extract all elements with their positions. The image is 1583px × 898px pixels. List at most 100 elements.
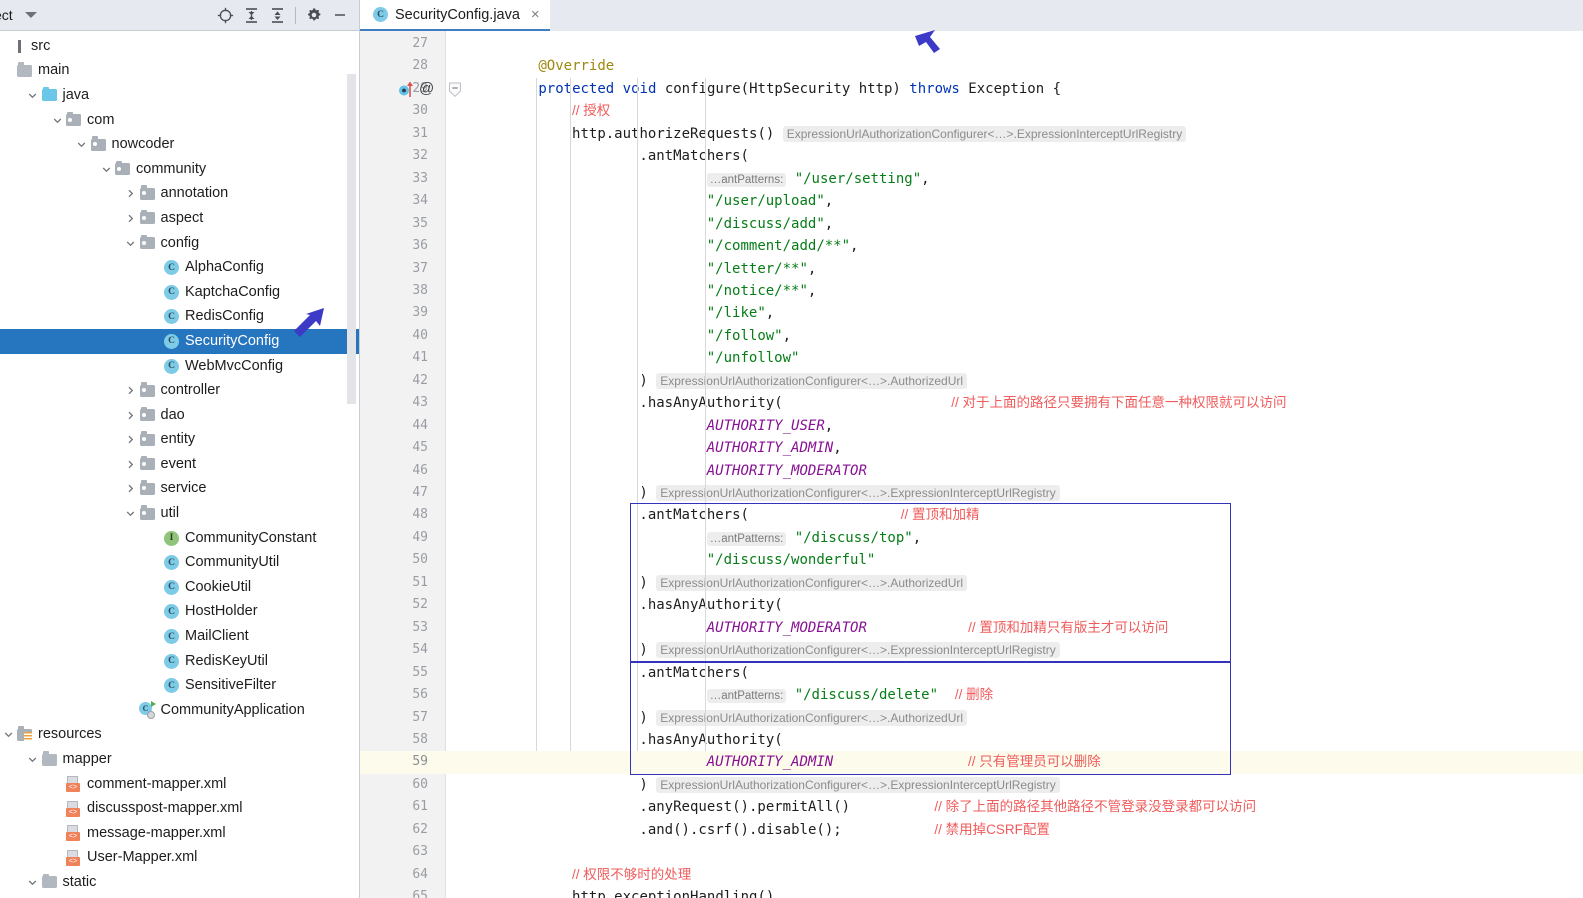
code-line[interactable]: 42) ExpressionUrlAuthorizationConfigurer… (360, 370, 1583, 392)
code-line-content: …antPatterns: "/user/setting", (706, 168, 1583, 191)
tree-node-main[interactable]: main (0, 59, 359, 84)
code-line[interactable]: 62 .and().csrf().disable(); // 禁用掉CSRF配置 (360, 819, 1583, 841)
tree-node-resources[interactable]: resources (0, 723, 359, 748)
tree-node-entity[interactable]: entity (0, 428, 359, 453)
tree-node-communityapplication[interactable]: C CommunityApplication (0, 698, 359, 723)
chevron-down-icon[interactable] (25, 754, 41, 765)
code-line[interactable]: 40 "/follow", (360, 325, 1583, 347)
code-line[interactable]: 47) ExpressionUrlAuthorizationConfigurer… (360, 482, 1583, 504)
code-line[interactable]: 35 "/discuss/add", (360, 213, 1583, 235)
tree-node-communityutil[interactable]: C CommunityUtil (0, 550, 359, 575)
chevron-down-icon[interactable] (25, 877, 41, 888)
code-line[interactable]: 65 http.exceptionHandling() (360, 886, 1583, 898)
tree-node-annotation[interactable]: annotation (0, 182, 359, 207)
code-line[interactable]: 61 .anyRequest().permitAll() // 除了上面的路径其他… (360, 796, 1583, 818)
code-line[interactable]: 30 // 授权 (360, 100, 1583, 122)
code-line[interactable]: 38 "/notice/**", (360, 280, 1583, 302)
chevron-down-icon[interactable] (123, 238, 139, 249)
tree-node-aspect[interactable]: aspect (0, 206, 359, 231)
expand-all-icon[interactable] (238, 2, 264, 28)
chevron-down-icon[interactable] (0, 729, 16, 740)
chevron-down-icon[interactable] (123, 508, 139, 519)
tree-node-mailclient[interactable]: C MailClient (0, 624, 359, 649)
code-line[interactable]: 32 .antMatchers( (360, 145, 1583, 167)
gear-icon[interactable] (301, 2, 327, 28)
chevron-down-icon[interactable] (98, 164, 114, 175)
tree-node-hostholder[interactable]: C HostHolder (0, 600, 359, 625)
tree-node-util[interactable]: util (0, 501, 359, 526)
code-fold-marker[interactable] (448, 82, 462, 98)
scrollbar-thumb[interactable] (347, 74, 356, 404)
chevron-right-icon[interactable] (123, 385, 139, 396)
editor-tab-securityconfig[interactable]: C SecurityConfig.java × (360, 0, 550, 31)
code-line[interactable]: 45 AUTHORITY_ADMIN, (360, 437, 1583, 459)
project-tree[interactable]: src main java com nowcoder community annotatio… (0, 31, 359, 898)
tree-node-comment-mapper-xml[interactable]: <> comment-mapper.xml (0, 772, 359, 797)
code-line[interactable]: 43 .hasAnyAuthority( // 对于上面的路径只要拥有下面任意一种… (360, 392, 1583, 414)
code-line[interactable]: 37 "/letter/**", (360, 258, 1583, 280)
source-root-folder-icon (41, 86, 58, 104)
chevron-right-icon[interactable] (123, 459, 139, 470)
code-line[interactable]: 29 protected void configure(HttpSecurity … (360, 78, 1583, 100)
tree-node-cookieutil[interactable]: C CookieUtil (0, 575, 359, 600)
code-line[interactable]: 27 (360, 33, 1583, 55)
tree-node-alphaconfig[interactable]: C AlphaConfig (0, 255, 359, 280)
code-line[interactable]: 39 "/like", (360, 302, 1583, 324)
tree-node-event[interactable]: event (0, 452, 359, 477)
chevron-down-icon[interactable] (24, 12, 37, 18)
tree-node-user-mapper-xml[interactable]: <> User-Mapper.xml (0, 846, 359, 871)
code-line[interactable]: 36 "/comment/add/**", (360, 235, 1583, 257)
tree-node-config[interactable]: config (0, 231, 359, 256)
code-comment: // 禁用掉CSRF配置 (934, 821, 1050, 837)
tree-node-securityconfig[interactable]: C SecurityConfig (0, 329, 359, 354)
code-line[interactable]: 41 "/unfollow" (360, 347, 1583, 369)
code-editor[interactable]: 27 28 @Override 29 protected void configure(… (360, 31, 1583, 898)
chevron-right-icon[interactable] (123, 483, 139, 494)
code-line[interactable]: 28 @Override (360, 55, 1583, 77)
tree-node-kaptchaconfig[interactable]: C KaptchaConfig (0, 280, 359, 305)
tree-node-communityconstant[interactable]: I CommunityConstant (0, 526, 359, 551)
chevron-down-icon[interactable] (74, 139, 90, 150)
tree-node-sensitivefilter[interactable]: C SensitiveFilter (0, 673, 359, 698)
code-line[interactable]: 63 (360, 841, 1583, 863)
chevron-right-icon[interactable] (123, 410, 139, 421)
chevron-right-icon[interactable] (123, 213, 139, 224)
inlay-type-hint: ExpressionUrlAuthorizationConfigurer<…>.… (656, 776, 1060, 793)
tree-node-service[interactable]: service (0, 477, 359, 502)
tree-node-label: nowcoder (111, 136, 175, 153)
tree-node-static[interactable]: static (0, 870, 359, 895)
chevron-down-icon[interactable] (49, 115, 65, 126)
code-line[interactable]: 31 http.authorizeRequests() ExpressionUrl… (360, 123, 1583, 145)
tree-node-mapper[interactable]: mapper (0, 747, 359, 772)
tree-node-controller[interactable]: controller (0, 378, 359, 403)
minimize-icon[interactable] (327, 2, 353, 28)
collapse-all-icon[interactable] (264, 2, 290, 28)
code-line[interactable]: 44 AUTHORITY_USER, (360, 415, 1583, 437)
tree-node-discusspost-mapper-xml[interactable]: <> discusspost-mapper.xml (0, 796, 359, 821)
tree-node-redisconfig[interactable]: C RedisConfig (0, 305, 359, 330)
code-line[interactable]: 64 // 权限不够时的处理 (360, 864, 1583, 886)
chevron-right-icon[interactable] (123, 434, 139, 445)
code-line-content: http.exceptionHandling() (572, 886, 1583, 898)
tree-node-dao[interactable]: dao (0, 403, 359, 428)
tree-node-com[interactable]: com (0, 108, 359, 133)
annotation-gutter-icon[interactable]: @ (419, 80, 437, 98)
close-icon[interactable]: × (531, 7, 540, 22)
tree-node-webmvcconfig[interactable]: C WebMvcConfig (0, 354, 359, 379)
chevron-right-icon[interactable] (123, 188, 139, 199)
folder-icon (41, 751, 58, 768)
tree-node-message-mapper-xml[interactable]: <> message-mapper.xml (0, 821, 359, 846)
code-line[interactable]: 34 "/user/upload", (360, 190, 1583, 212)
override-method-icon[interactable] (399, 81, 417, 98)
locate-icon[interactable] (212, 2, 238, 28)
project-tree-scrollbar[interactable] (347, 74, 356, 404)
code-line[interactable]: 46 AUTHORITY_MODERATOR (360, 460, 1583, 482)
tree-node-src[interactable]: src (0, 34, 359, 59)
tree-node-rediskeyutil[interactable]: C RedisKeyUtil (0, 649, 359, 674)
chevron-down-icon[interactable] (25, 90, 41, 101)
code-line[interactable]: 33 …antPatterns: "/user/setting", (360, 168, 1583, 190)
tree-node-java[interactable]: java (0, 83, 359, 108)
code-line[interactable]: 60) ExpressionUrlAuthorizationConfigurer… (360, 774, 1583, 796)
tree-node-community[interactable]: community (0, 157, 359, 182)
tree-node-nowcoder[interactable]: nowcoder (0, 132, 359, 157)
